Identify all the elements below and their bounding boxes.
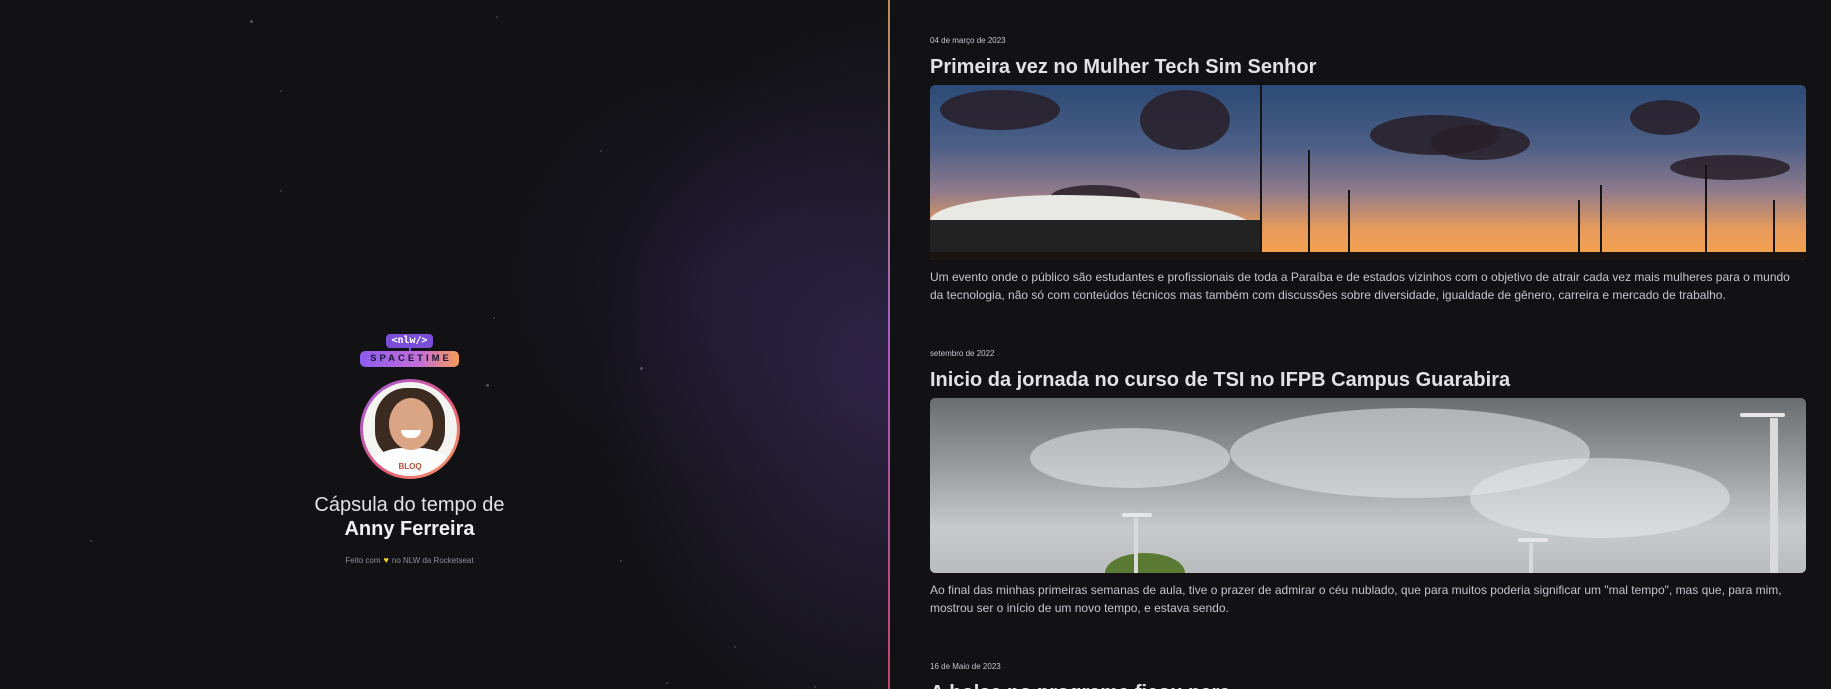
capsule-title: Cápsula do tempo de (314, 494, 505, 516)
logo-tag: <nlw/> (386, 334, 433, 348)
logo-wordmark: SPACETIME (360, 351, 459, 367)
avatar-shirt-text: BLOQ (398, 462, 422, 471)
profile-panel: <nlw/> SPACETIME BLOQ Cápsula do tempo d… (0, 0, 889, 689)
user-name: Anny Ferreira (344, 518, 475, 540)
memory-date: setembro de 2022 (930, 349, 995, 358)
footer-link[interactable]: no NLW da Rocketseat (392, 556, 474, 565)
memory-date: 04 de março de 2023 (930, 36, 1006, 45)
star-decoration (280, 90, 282, 92)
memory-card[interactable]: 16 de Maio de 2023 A bolsa no programa f… (930, 662, 1806, 689)
heart-icon: ♥ (383, 555, 389, 565)
star-decoration (814, 686, 816, 688)
star-decoration (496, 16, 498, 18)
memory-card[interactable]: 04 de março de 2023 Primeira vez no Mulh… (930, 36, 1806, 304)
spacetime-logo: <nlw/> SPACETIME (360, 334, 459, 367)
memory-date: 16 de Maio de 2023 (930, 662, 1001, 671)
avatar-photo: BLOQ (362, 382, 457, 476)
memories-feed[interactable]: 04 de março de 2023 Primeira vez no Mulh… (890, 0, 1831, 689)
memory-description: Um evento onde o público são estudantes … (930, 270, 1790, 302)
memory-image (930, 85, 1806, 260)
memory-image (930, 398, 1806, 573)
star-decoration (250, 20, 253, 23)
memory-title: Inicio da jornada no curso de TSI no IFP… (930, 369, 1511, 391)
memory-title: Primeira vez no Mulher Tech Sim Senhor (930, 56, 1317, 78)
star-decoration (600, 150, 602, 152)
star-decoration (493, 317, 495, 319)
footer-credit: Feito com ♥ no NLW da Rocketseat (345, 555, 473, 565)
star-decoration (734, 646, 736, 648)
footer-text-before: Feito com (345, 555, 381, 565)
memory-card[interactable]: setembro de 2022 Inicio da jornada no cu… (930, 349, 1806, 617)
profile-card: <nlw/> SPACETIME BLOQ Cápsula do tempo d… (0, 334, 819, 565)
memory-title: A bolsa no programa ficou para... (930, 680, 1806, 689)
app-root: <nlw/> SPACETIME BLOQ Cápsula do tempo d… (0, 0, 1831, 689)
star-decoration (280, 190, 282, 192)
star-decoration (666, 682, 668, 684)
avatar[interactable]: BLOQ (359, 379, 460, 479)
memory-description: Ao final das minhas primeiras semanas de… (930, 583, 1782, 615)
